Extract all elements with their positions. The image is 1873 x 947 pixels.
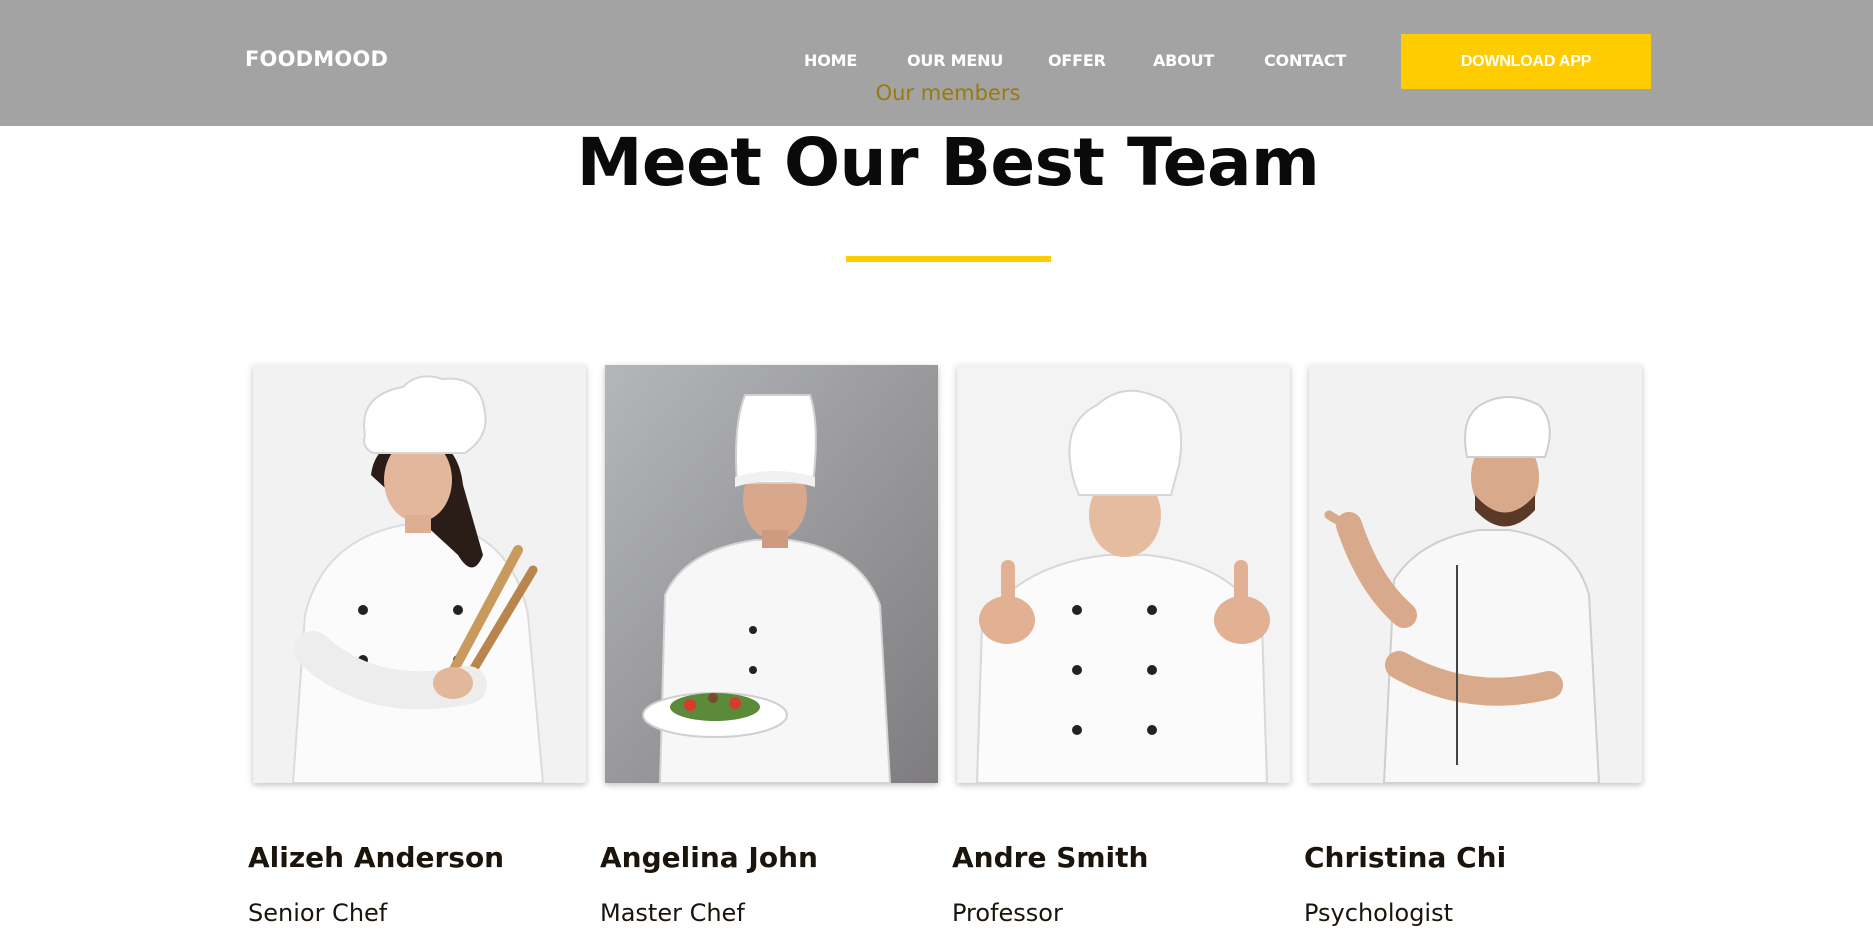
member-name: Alizeh Anderson xyxy=(248,841,505,874)
member-role: Psychologist xyxy=(1304,899,1454,927)
team-card: Christina Chi Psychologist xyxy=(1304,365,1642,927)
section-title: Meet Our Best Team xyxy=(576,124,1320,201)
member-name: Christina Chi xyxy=(1304,841,1507,874)
team-member-photo xyxy=(605,365,938,783)
member-role: Master Chef xyxy=(600,899,745,927)
member-name: Andre Smith xyxy=(952,841,1149,874)
section-subheading: Our members xyxy=(875,81,1021,105)
title-underline-divider xyxy=(846,256,1051,262)
team-member-photo xyxy=(1309,365,1642,783)
team-member-photo xyxy=(957,365,1290,783)
member-role: Professor xyxy=(952,899,1063,927)
nav-offer[interactable]: OFFER xyxy=(1048,51,1106,70)
team-member-photo xyxy=(253,365,586,783)
team-card: Angelina John Master Chef xyxy=(600,365,938,927)
nav-our-menu[interactable]: OUR MENU xyxy=(907,51,1003,70)
team-card: Alizeh Anderson Senior Chef xyxy=(248,365,586,927)
top-navbar: FOODMOOD HOME OUR MENU OFFER ABOUT CONTA… xyxy=(0,0,1873,126)
team-card: Andre Smith Professor xyxy=(952,365,1290,927)
nav-home[interactable]: HOME xyxy=(804,51,857,70)
member-name: Angelina John xyxy=(600,841,818,874)
nav-contact[interactable]: CONTACT xyxy=(1264,51,1346,70)
nav-about[interactable]: ABOUT xyxy=(1153,51,1214,70)
member-role: Senior Chef xyxy=(248,899,388,927)
